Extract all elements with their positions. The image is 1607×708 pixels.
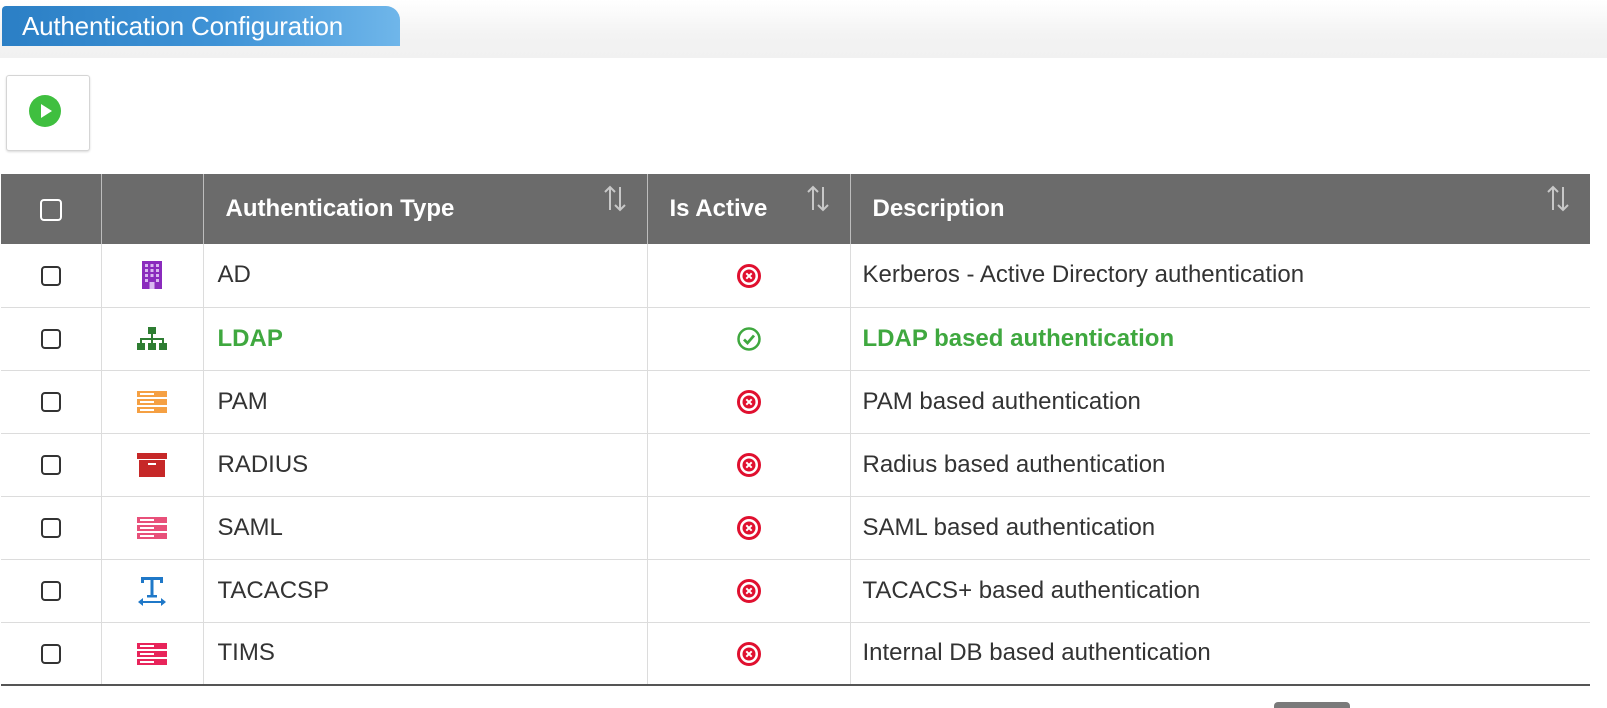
row-select-cell	[1, 433, 102, 497]
status-cell	[647, 559, 851, 623]
server-icon	[136, 516, 168, 540]
description-cell: TACACS+ based authentication	[850, 559, 1590, 623]
row-checkbox[interactable]	[40, 265, 61, 286]
sort-icon[interactable]	[804, 184, 832, 214]
status-cell	[647, 433, 851, 497]
row-checkbox[interactable]	[40, 455, 61, 476]
table-row[interactable]: TACACSP TACACS+ based authentication	[1, 559, 1590, 623]
title-bar: Authentication Configuration	[0, 0, 1607, 58]
row-select-cell	[1, 244, 102, 308]
inactive-status-icon	[736, 390, 761, 415]
status-cell	[647, 307, 851, 371]
server-icon	[136, 390, 168, 414]
table-header-row: Authentication Type Is Active Descriptio…	[1, 174, 1590, 244]
sort-icon[interactable]	[1544, 184, 1572, 214]
description-cell: PAM based authentication	[850, 370, 1590, 434]
column-header-label: Is Active	[669, 195, 768, 222]
table-row[interactable]: LDAP LDAP based authentication	[1, 307, 1590, 371]
run-button[interactable]	[6, 75, 90, 151]
auth-type-cell: TIMS	[203, 622, 648, 686]
inactive-status-icon	[736, 516, 761, 541]
row-icon-cell	[101, 244, 204, 308]
icon-column-header	[101, 174, 204, 244]
text-width-icon	[137, 576, 167, 606]
row-select-cell	[1, 370, 102, 434]
select-all-header	[1, 174, 102, 244]
building-icon	[141, 260, 163, 290]
select-all-checkbox[interactable]	[39, 198, 62, 221]
row-checkbox[interactable]	[40, 518, 61, 539]
auth-type-cell: SAML	[203, 496, 648, 560]
status-cell	[647, 244, 851, 308]
inactive-status-icon	[736, 453, 761, 478]
column-header-label: Description	[872, 195, 1005, 222]
row-icon-cell	[101, 307, 204, 371]
row-icon-cell	[101, 622, 204, 686]
column-header-is-active[interactable]: Is Active	[647, 174, 851, 244]
auth-type-cell: LDAP	[203, 307, 648, 371]
page-title: Authentication Configuration	[2, 6, 400, 46]
horizontal-scrollbar-thumb[interactable]	[1274, 702, 1350, 708]
row-checkbox[interactable]	[40, 643, 61, 664]
status-cell	[647, 370, 851, 434]
row-select-cell	[1, 307, 102, 371]
inactive-status-icon	[736, 579, 761, 604]
auth-type-cell: AD	[203, 244, 648, 308]
description-cell: LDAP based authentication	[850, 307, 1590, 371]
status-cell	[647, 496, 851, 560]
table-row[interactable]: RADIUS Radius based authentication	[1, 433, 1590, 497]
row-checkbox[interactable]	[40, 581, 61, 602]
server-icon	[136, 642, 168, 666]
row-icon-cell	[101, 370, 204, 434]
auth-type-cell: TACACSP	[203, 559, 648, 623]
description-cell: SAML based authentication	[850, 496, 1590, 560]
auth-type-cell: RADIUS	[203, 433, 648, 497]
row-checkbox[interactable]	[40, 329, 61, 350]
row-checkbox[interactable]	[40, 392, 61, 413]
status-cell	[647, 622, 851, 686]
play-circle-icon	[29, 95, 61, 127]
column-header-auth-type[interactable]: Authentication Type	[203, 174, 648, 244]
table-row[interactable]: TIMS Internal DB based authentication	[1, 622, 1590, 686]
sort-icon[interactable]	[601, 184, 629, 214]
row-select-cell	[1, 559, 102, 623]
description-cell: Kerberos - Active Directory authenticati…	[850, 244, 1590, 308]
table-row[interactable]: AD Kerberos - Active Directory authentic…	[1, 244, 1590, 308]
row-icon-cell	[101, 559, 204, 623]
description-cell: Radius based authentication	[850, 433, 1590, 497]
auth-table: Authentication Type Is Active Descriptio…	[1, 174, 1590, 686]
inactive-status-icon	[736, 263, 761, 288]
auth-type-cell: PAM	[203, 370, 648, 434]
row-select-cell	[1, 622, 102, 686]
row-select-cell	[1, 496, 102, 560]
column-header-label: Authentication Type	[225, 195, 455, 222]
inactive-status-icon	[736, 641, 761, 666]
column-header-description[interactable]: Description	[850, 174, 1590, 244]
description-cell: Internal DB based authentication	[850, 622, 1590, 686]
table-row[interactable]: PAM PAM based authentication	[1, 370, 1590, 434]
table-row[interactable]: SAML SAML based authentication	[1, 496, 1590, 560]
active-status-icon	[736, 327, 761, 351]
archive-box-icon	[137, 452, 167, 478]
sitemap-icon	[136, 326, 168, 352]
row-icon-cell	[101, 496, 204, 560]
row-icon-cell	[101, 433, 204, 497]
